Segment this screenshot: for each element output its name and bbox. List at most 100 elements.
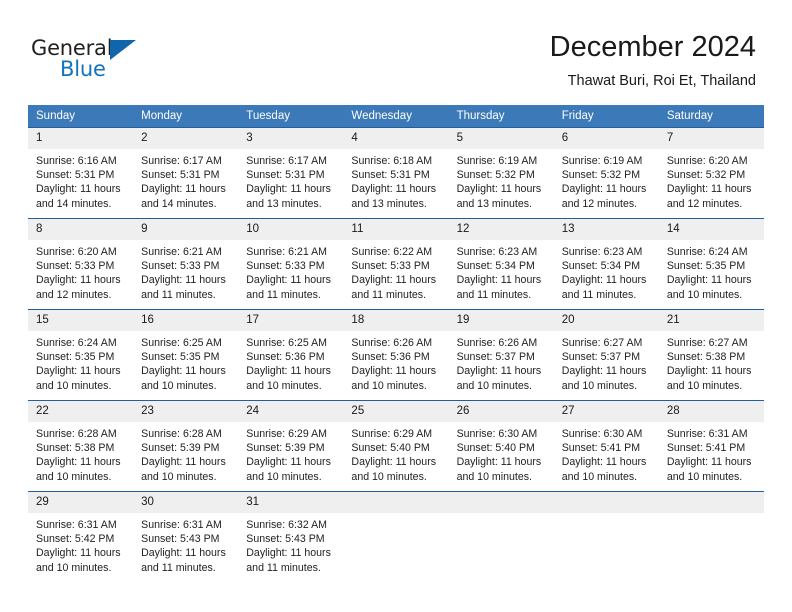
day-details [343, 513, 449, 582]
day-detail-line: Sunrise: 6:27 AM [561, 337, 643, 349]
day-number [343, 492, 449, 513]
day-detail-line: and 10 minutes. [141, 379, 217, 392]
calendar-day-cell[interactable]: 30 Sunrise: 6:31 AM Sunset: 5:43 PM Dayligh… [133, 491, 239, 582]
calendar-day-cell[interactable]: 24 Sunrise: 6:29 AM Sunset: 5:39 PM Dayligh… [238, 400, 344, 492]
calendar-day-cell[interactable]: 10 Sunrise: 6:21 AM Sunset: 5:33 PM Dayligh… [238, 218, 344, 310]
calendar-day-cell[interactable]: 16 Sunrise: 6:25 AM Sunset: 5:35 PM Dayligh… [133, 309, 239, 401]
day-number: 24 [238, 401, 344, 422]
calendar-day-cell-empty [343, 491, 449, 582]
day-number [448, 492, 554, 513]
day-detail-line: Daylight: 11 hours [141, 547, 226, 560]
calendar-day-cell[interactable]: 3 Sunrise: 6:17 AM Sunset: 5:31 PM Daylight… [238, 127, 344, 219]
calendar-day-cell[interactable]: 7 Sunrise: 6:20 AM Sunset: 5:32 PM Daylight… [658, 127, 764, 219]
day-number: 31 [238, 492, 344, 513]
calendar-day-cell[interactable]: 27 Sunrise: 6:30 AM Sunset: 5:41 PM Dayligh… [553, 400, 659, 492]
day-detail-line: Sunset: 5:36 PM [246, 351, 325, 364]
day-detail-line: Sunrise: 6:32 AM [246, 519, 327, 531]
day-number: 11 [343, 219, 449, 240]
day-details: Sunrise: 6:21 AM Sunset: 5:33 PM Daylight:… [238, 240, 344, 309]
day-detail-line: Sunrise: 6:21 AM [141, 246, 222, 258]
day-detail-line: Daylight: 11 hours [246, 183, 331, 196]
calendar-day-cell[interactable]: 12 Sunrise: 6:23 AM Sunset: 5:34 PM Dayligh… [448, 218, 554, 310]
weekday-header-wednesday: Wednesday [343, 105, 449, 128]
day-number: 29 [28, 492, 134, 513]
calendar-day-cell[interactable]: 28 Sunrise: 6:31 AM Sunset: 5:41 PM Dayligh… [658, 400, 764, 492]
day-detail-line: and 10 minutes. [666, 379, 743, 392]
day-detail-line: and 10 minutes. [246, 470, 322, 483]
day-detail-line: and 10 minutes. [561, 470, 638, 483]
calendar-day-cell[interactable]: 17 Sunrise: 6:25 AM Sunset: 5:36 PM Dayligh… [238, 309, 344, 401]
day-number: 6 [553, 128, 659, 149]
calendar-day-cell[interactable]: 26 Sunrise: 6:30 AM Sunset: 5:40 PM Dayligh… [448, 400, 554, 492]
day-detail-line: Sunset: 5:37 PM [561, 351, 641, 364]
day-detail-line: Sunset: 5:33 PM [351, 260, 430, 273]
day-detail-line: Sunset: 5:42 PM [36, 533, 115, 546]
day-detail-line: and 11 minutes. [351, 288, 427, 301]
generalblue-logo[interactable]: General Blue [31, 36, 211, 84]
day-detail-line: Sunset: 5:35 PM [36, 351, 115, 364]
day-detail-line: Daylight: 11 hours [36, 183, 121, 196]
day-details: Sunrise: 6:20 AM Sunset: 5:33 PM Daylight:… [28, 240, 134, 309]
day-details: Sunrise: 6:30 AM Sunset: 5:40 PM Daylight:… [448, 422, 554, 491]
day-detail-line: Sunrise: 6:31 AM [36, 519, 117, 531]
day-number [553, 492, 659, 513]
calendar-day-cell[interactable]: 9 Sunrise: 6:21 AM Sunset: 5:33 PM Daylight… [133, 218, 239, 310]
calendar-day-cell[interactable]: 4 Sunrise: 6:18 AM Sunset: 5:31 PM Daylight… [343, 127, 449, 219]
day-detail-line: Sunrise: 6:19 AM [561, 155, 643, 167]
day-detail-line: and 11 minutes. [246, 561, 321, 574]
calendar-day-cell[interactable]: 6 Sunrise: 6:19 AM Sunset: 5:32 PM Daylight… [553, 127, 659, 219]
calendar-day-cell[interactable]: 1 Sunrise: 6:16 AM Sunset: 5:31 PM Daylight… [28, 127, 134, 219]
day-detail-line: Sunrise: 6:21 AM [246, 246, 327, 258]
weekday-header-thursday: Thursday [448, 105, 554, 128]
calendar-day-cell[interactable]: 2 Sunrise: 6:17 AM Sunset: 5:31 PM Daylight… [133, 127, 239, 219]
weekday-header-saturday: Saturday [658, 105, 764, 128]
calendar-day-cell[interactable]: 20 Sunrise: 6:27 AM Sunset: 5:37 PM Dayligh… [553, 309, 659, 401]
calendar-day-cell[interactable]: 15 Sunrise: 6:24 AM Sunset: 5:35 PM Dayligh… [28, 309, 134, 401]
day-details: Sunrise: 6:23 AM Sunset: 5:34 PM Daylight:… [553, 240, 659, 309]
day-detail-line: Sunrise: 6:23 AM [456, 246, 538, 258]
calendar-day-cell-empty [448, 491, 554, 582]
day-number: 4 [343, 128, 449, 149]
day-details: Sunrise: 6:26 AM Sunset: 5:37 PM Daylight:… [448, 331, 554, 400]
calendar-day-cell[interactable]: 5 Sunrise: 6:19 AM Sunset: 5:32 PM Daylight… [448, 127, 554, 219]
day-detail-line: Daylight: 11 hours [36, 274, 121, 287]
day-details: Sunrise: 6:28 AM Sunset: 5:38 PM Daylight:… [28, 422, 134, 491]
day-detail-line: Sunset: 5:40 PM [351, 442, 430, 455]
day-number: 2 [133, 128, 239, 149]
day-detail-line: and 12 minutes. [561, 197, 638, 210]
calendar-day-cell[interactable]: 25 Sunrise: 6:29 AM Sunset: 5:40 PM Dayligh… [343, 400, 449, 492]
calendar-day-cell[interactable]: 8 Sunrise: 6:20 AM Sunset: 5:33 PM Daylight… [28, 218, 134, 310]
calendar-day-cell[interactable]: 22 Sunrise: 6:28 AM Sunset: 5:38 PM Dayligh… [28, 400, 134, 492]
day-detail-line: Sunset: 5:36 PM [351, 351, 430, 364]
weekday-header-row: Sunday Monday Tuesday Wednesday Thursday Frid… [28, 105, 764, 128]
calendar-day-cell[interactable]: 11 Sunrise: 6:22 AM Sunset: 5:33 PM Dayligh… [343, 218, 449, 310]
day-details: Sunrise: 6:29 AM Sunset: 5:39 PM Daylight:… [238, 422, 344, 491]
calendar-day-cell[interactable]: 29 Sunrise: 6:31 AM Sunset: 5:42 PM Dayligh… [28, 491, 134, 582]
day-number: 7 [658, 128, 764, 149]
calendar-day-cell[interactable]: 18 Sunrise: 6:26 AM Sunset: 5:36 PM Dayligh… [343, 309, 449, 401]
day-detail-line: Sunset: 5:35 PM [141, 351, 220, 364]
day-detail-line: Daylight: 11 hours [351, 183, 437, 196]
calendar-day-cell[interactable]: 13 Sunrise: 6:23 AM Sunset: 5:34 PM Dayligh… [553, 218, 659, 310]
day-number: 5 [448, 128, 554, 149]
day-details: Sunrise: 6:28 AM Sunset: 5:39 PM Daylight:… [133, 422, 239, 491]
day-detail-line: Daylight: 11 hours [666, 365, 752, 378]
day-number: 30 [133, 492, 239, 513]
day-detail-line: and 10 minutes. [456, 470, 532, 483]
day-details: Sunrise: 6:29 AM Sunset: 5:40 PM Daylight:… [343, 422, 449, 491]
day-details [553, 513, 659, 582]
day-details: Sunrise: 6:20 AM Sunset: 5:32 PM Daylight:… [658, 149, 764, 218]
calendar-day-cell[interactable]: 21 Sunrise: 6:27 AM Sunset: 5:38 PM Dayligh… [658, 309, 764, 401]
day-detail-line: Sunrise: 6:30 AM [561, 428, 643, 440]
calendar-day-cell[interactable]: 14 Sunrise: 6:24 AM Sunset: 5:35 PM Dayligh… [658, 218, 764, 310]
calendar-week-row: 29 Sunrise: 6:31 AM Sunset: 5:42 PM Dayligh… [28, 491, 764, 582]
day-details: Sunrise: 6:32 AM Sunset: 5:43 PM Daylight:… [238, 513, 344, 582]
day-number: 3 [238, 128, 344, 149]
day-detail-line: Sunrise: 6:27 AM [666, 337, 748, 349]
calendar-day-cell[interactable]: 23 Sunrise: 6:28 AM Sunset: 5:39 PM Dayligh… [133, 400, 239, 492]
day-detail-line: Sunset: 5:34 PM [456, 260, 535, 273]
day-detail-line: Sunrise: 6:24 AM [36, 337, 117, 349]
calendar-day-cell[interactable]: 19 Sunrise: 6:26 AM Sunset: 5:37 PM Dayligh… [448, 309, 554, 401]
day-details: Sunrise: 6:26 AM Sunset: 5:36 PM Daylight:… [343, 331, 449, 400]
calendar-day-cell[interactable]: 31 Sunrise: 6:32 AM Sunset: 5:43 PM Dayligh… [238, 491, 344, 582]
